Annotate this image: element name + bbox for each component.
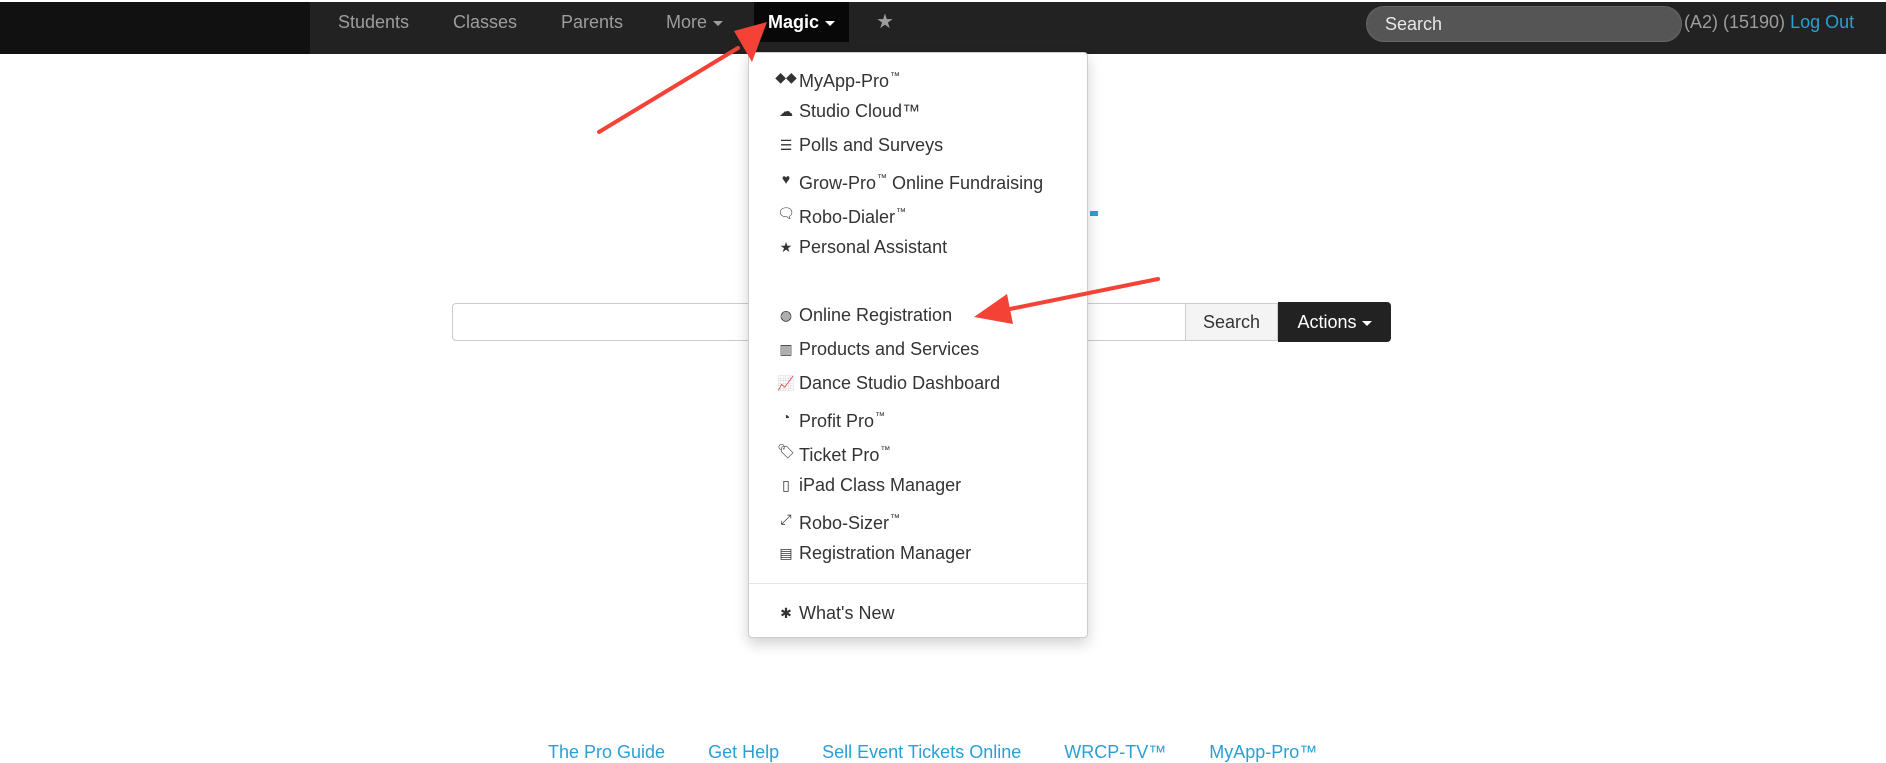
nav-more-label: More <box>666 12 708 32</box>
navbar-brand-area <box>0 2 310 54</box>
menu-item-registration-manager[interactable]: ▤ Registration Manager <box>749 538 1087 568</box>
comments-icon: 🗨 <box>777 205 795 221</box>
menu-item-online-registration[interactable]: ◍ Online Registration <box>749 300 1087 330</box>
footer-link-pro-guide[interactable]: The Pro Guide <box>548 742 665 762</box>
menu-item-ipad-class-manager[interactable]: ▯ iPad Class Manager <box>749 470 1087 500</box>
search-button[interactable]: Search <box>1186 303 1278 341</box>
nav-search-input[interactable]: Search <box>1366 6 1682 42</box>
nav-magic[interactable]: Magic <box>754 2 850 42</box>
nav-more[interactable]: More <box>666 2 724 42</box>
account-area: (A2) (15190) Log Out <box>1684 2 1854 42</box>
favorites-star-icon[interactable]: ★ <box>876 2 894 42</box>
pie-chart-icon: ◔ <box>781 409 791 425</box>
globe-icon: ◍ <box>779 307 793 323</box>
footer-links: The Pro Guide Get Help Sell Event Ticket… <box>548 742 1355 763</box>
tasks-icon: ▤ <box>779 545 793 561</box>
menu-item-profit-pro[interactable]: ◔ Profit Pro™ <box>749 402 1087 432</box>
partial-link-fragment <box>1090 211 1098 216</box>
nav-magic-label: Magic <box>768 12 820 32</box>
star-icon: ★ <box>779 239 793 255</box>
menu-item-whats-new[interactable]: ✱ What's New <box>749 598 1087 628</box>
cloud-icon: ☁ <box>779 103 793 119</box>
menu-item-robo-sizer[interactable]: ⤢ Robo-Sizer™ <box>749 504 1087 534</box>
list-icon: ☰ <box>779 137 793 153</box>
logout-link[interactable]: Log Out <box>1790 12 1854 32</box>
expand-icon: ⤢ <box>780 511 792 527</box>
footer-link-get-help[interactable]: Get Help <box>708 742 779 762</box>
footer-link-myapp-pro[interactable]: MyApp-Pro™ <box>1209 742 1317 762</box>
nav-classes[interactable]: Classes <box>453 2 517 42</box>
menu-item-studio-cloud[interactable]: ☁ Studio Cloud™ <box>749 96 1087 126</box>
account-info: (A2) (15190) <box>1684 12 1786 32</box>
apple-android-icon: ◆◆ <box>775 69 797 85</box>
line-chart-icon: 📈 <box>777 375 795 391</box>
menu-item-products-services[interactable]: ▥ Products and Services <box>749 334 1087 364</box>
chevron-down-icon <box>1361 320 1372 326</box>
footer-link-sell-tickets[interactable]: Sell Event Tickets Online <box>822 742 1021 762</box>
chevron-down-icon <box>713 20 724 26</box>
nav-students[interactable]: Students <box>338 2 409 42</box>
footer-link-wrcp-tv[interactable]: WRCP-TV™ <box>1064 742 1166 762</box>
tags-icon: 🏷 <box>777 443 795 459</box>
nav-parents[interactable]: Parents <box>561 2 623 42</box>
menu-divider <box>749 583 1087 584</box>
menu-item-myapp-pro[interactable]: ◆◆ MyApp-Pro™ <box>749 62 1087 92</box>
actions-button-label: Actions <box>1297 312 1357 332</box>
asterisk-icon: ✱ <box>780 605 792 621</box>
menu-item-grow-pro[interactable]: ♥ Grow-Pro™ Online Fundraising <box>749 164 1087 194</box>
menu-item-polls-surveys[interactable]: ☰ Polls and Surveys <box>749 130 1087 160</box>
menu-item-personal-assistant[interactable]: ★ Personal Assistant <box>749 232 1087 262</box>
actions-button[interactable]: Actions <box>1278 302 1391 342</box>
mobile-icon: ▯ <box>782 477 790 493</box>
barcode-icon: ▥ <box>779 341 793 357</box>
menu-item-dance-dashboard[interactable]: 📈 Dance Studio Dashboard <box>749 368 1087 398</box>
menu-item-robo-dialer[interactable]: 🗨 Robo-Dialer™ <box>749 198 1087 228</box>
heart-icon: ♥ <box>781 171 791 187</box>
chevron-down-icon <box>825 20 836 26</box>
magic-dropdown-menu: ◆◆ MyApp-Pro™ ☁ Studio Cloud™ ☰ Polls and S… <box>748 52 1088 638</box>
top-navbar: Students Classes Parents More Magic ★ Se… <box>0 0 1886 54</box>
menu-item-ticket-pro[interactable]: 🏷 Ticket Pro™ <box>749 436 1087 466</box>
